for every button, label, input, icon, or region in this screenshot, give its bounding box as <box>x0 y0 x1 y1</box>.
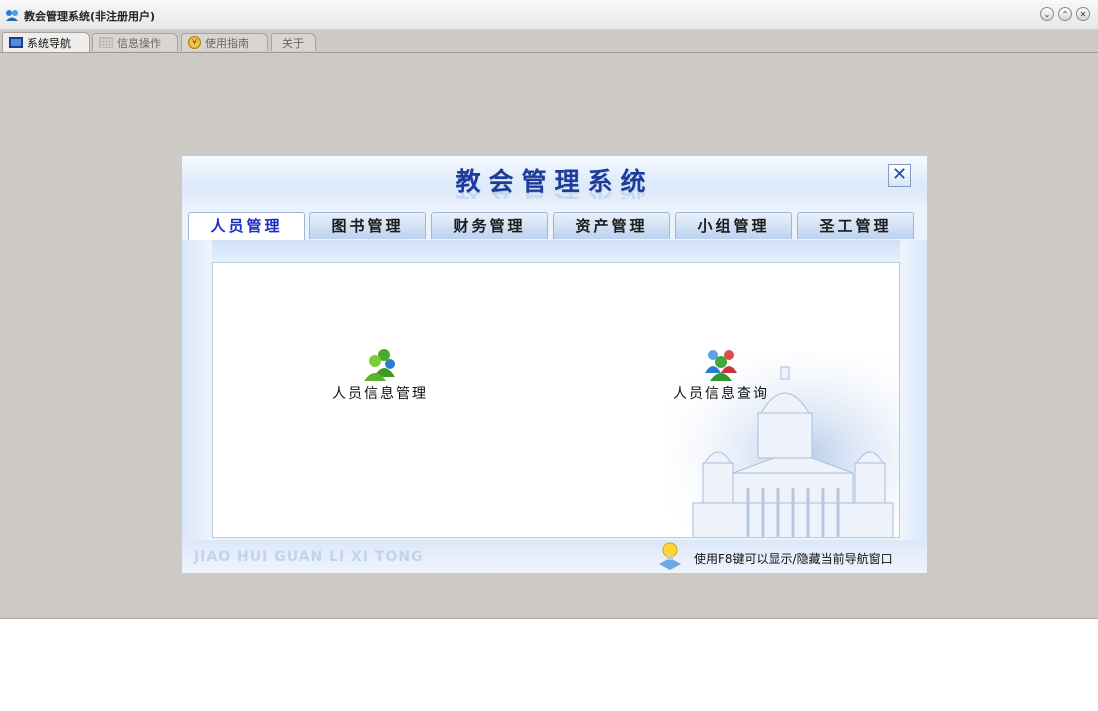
minimize-button[interactable]: ⌄ <box>1040 7 1054 21</box>
footer-tip-text: 使用F8键可以显示/隐藏当前导航窗口 <box>694 552 893 566</box>
title-bar: 教会管理系统(非注册用户) ⌄ ⌃ ✕ <box>0 0 1098 30</box>
lightbulb-icon <box>659 542 681 570</box>
tab-finance[interactable]: 财务管理 <box>431 212 548 239</box>
panel-header: 教会管理系统 教会管理系统 ✕ <box>182 156 927 208</box>
tab-label: 使用指南 <box>205 36 249 50</box>
content-frame: 人员信息管理 人员信息查询 <box>182 240 927 540</box>
function-label: 人员信息管理 <box>332 386 428 402</box>
footer-brand-text: JIAO HUI GUAN LI XI TONG <box>194 549 424 565</box>
tab-personnel[interactable]: 人员管理 <box>188 212 305 241</box>
coin-icon: ¥ <box>188 36 201 49</box>
tab-assets[interactable]: 资产管理 <box>553 212 670 239</box>
module-tab-bar: 人员管理 图书管理 财务管理 资产管理 小组管理 圣工管理 <box>188 212 922 241</box>
tab-about[interactable]: 关于 <box>271 33 316 51</box>
panel-footer: JIAO HUI GUAN LI XI TONG 使用F8键可以显示/隐藏当前导… <box>182 540 927 573</box>
tab-library[interactable]: 图书管理 <box>309 212 426 239</box>
frame-top-border <box>182 240 927 262</box>
app-logo-icon <box>6 10 18 21</box>
navigation-panel: 教会管理系统 教会管理系统 ✕ 人员管理 图书管理 财务管理 资产管理 小组管理… <box>181 155 928 574</box>
close-window-button[interactable]: ✕ <box>1076 7 1090 21</box>
close-panel-button[interactable]: ✕ <box>888 164 911 187</box>
tab-label: 信息操作 <box>117 36 161 50</box>
tab-label: 系统导航 <box>27 36 71 50</box>
app-window: 教会管理系统(非注册用户) ⌄ ⌃ ✕ 系统导航 信息操作 ¥ 使用指南 关于 … <box>0 0 1098 619</box>
tab-system-nav[interactable]: 系统导航 <box>2 32 90 52</box>
tab-label: 关于 <box>282 36 304 50</box>
function-personnel-info-query[interactable]: 人员信息查询 <box>651 347 791 403</box>
tab-groups[interactable]: 小组管理 <box>675 212 792 239</box>
frame-right-border <box>900 240 927 540</box>
app-tab-strip: 系统导航 信息操作 ¥ 使用指南 关于 <box>0 30 1098 53</box>
window-title: 教会管理系统(非注册用户) <box>24 10 156 23</box>
tab-info-ops[interactable]: 信息操作 <box>92 33 178 51</box>
users-group-icon <box>705 350 737 381</box>
panel-title-reflection-text: 教会管理系统 <box>455 185 653 199</box>
content-area: 人员信息管理 人员信息查询 <box>212 262 900 538</box>
maximize-button[interactable]: ⌃ <box>1058 7 1072 21</box>
frame-left-border <box>182 240 212 540</box>
window-controls: ⌄ ⌃ ✕ <box>1040 7 1090 21</box>
function-label: 人员信息查询 <box>673 386 769 402</box>
users-green-icon <box>364 349 395 381</box>
panel-title-reflection: 教会管理系统 <box>182 185 927 199</box>
tab-ministry[interactable]: 圣工管理 <box>797 212 914 239</box>
grid-icon <box>99 37 113 48</box>
tab-user-guide[interactable]: ¥ 使用指南 <box>181 33 268 51</box>
function-personnel-info-management[interactable]: 人员信息管理 <box>310 347 450 403</box>
monitor-icon <box>9 37 23 48</box>
